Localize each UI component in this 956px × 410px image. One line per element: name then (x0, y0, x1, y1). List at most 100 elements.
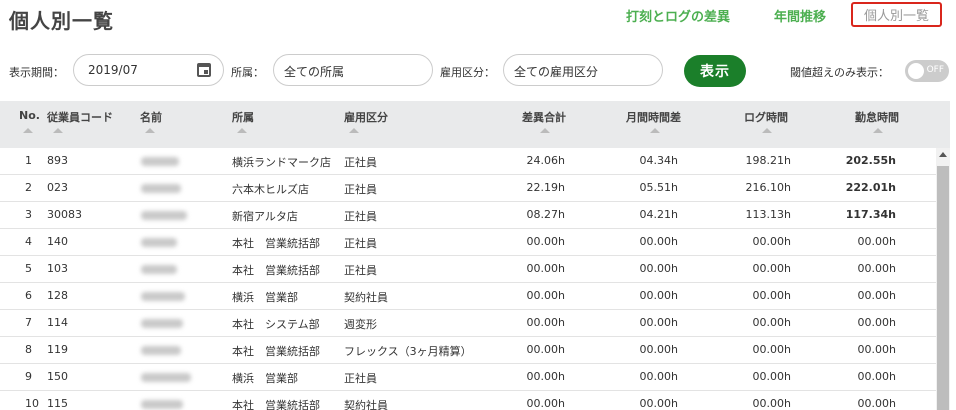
attendance-time: 00.00h (857, 262, 896, 275)
diff-total: 00.00h (526, 289, 565, 302)
col-monthly[interactable]: 月間時間差 (626, 109, 681, 125)
col-name[interactable]: 名前 (140, 109, 162, 125)
department: 新宿アルタ店 (232, 210, 298, 223)
employment-type: 正社員 (344, 210, 377, 223)
department: 本社 営業統括部 (232, 237, 320, 250)
monthly-diff: 04.21h (639, 208, 678, 221)
log-time: 00.00h (752, 397, 791, 410)
row-no: 4 (25, 235, 32, 248)
redacted-name (141, 238, 177, 247)
table-row[interactable]: 10 115 本社 営業統括部 契約社員 00.00h 00.00h 00.00h 00.00… (0, 391, 936, 410)
table-row[interactable]: 7 114 本社 システム部 週変形 00.00h 00.00h 00.00h 00.00h (0, 310, 936, 337)
scrollbar[interactable] (936, 148, 950, 410)
employee-code: 115 (47, 397, 68, 410)
col-diff[interactable]: 差異合計 (522, 109, 566, 125)
log-time: 198.21h (745, 154, 791, 167)
page-title: 個人別一覧 (9, 9, 114, 33)
sort-icon[interactable] (349, 128, 359, 133)
sort-icon[interactable] (237, 128, 247, 133)
sort-icon[interactable] (23, 128, 33, 133)
nav-individual-link[interactable]: 個人別一覧 (851, 2, 943, 27)
redacted-name (141, 373, 191, 382)
redacted-name (141, 265, 177, 274)
emp-type-label: 雇用区分： (440, 66, 495, 79)
department: 本社 営業統括部 (232, 399, 320, 410)
table-row[interactable]: 9 150 横浜 営業部 正社員 00.00h 00.00h 00.00h 00.00h (0, 364, 936, 391)
redacted-name (141, 346, 181, 355)
period-label: 表示期間： (9, 66, 64, 79)
row-no: 5 (25, 262, 32, 275)
employee-code: 119 (47, 343, 68, 356)
table-row[interactable]: 5 103 本社 営業統括部 正社員 00.00h 00.00h 00.00h 00.00h (0, 256, 936, 283)
employment-type: 正社員 (344, 183, 377, 196)
log-time: 00.00h (752, 289, 791, 302)
dept-select[interactable]: 全ての所属 (273, 54, 433, 86)
department: 横浜 営業部 (232, 291, 298, 304)
attendance-time: 00.00h (857, 316, 896, 329)
log-time: 00.00h (752, 235, 791, 248)
toggle-knob (908, 63, 924, 79)
threshold-toggle[interactable]: OFF (905, 60, 949, 82)
monthly-diff: 00.00h (639, 262, 678, 275)
attendance-time: 00.00h (857, 397, 896, 410)
period-picker[interactable]: 2019/07 (73, 54, 224, 86)
table-row[interactable]: 4 140 本社 営業統括部 正社員 00.00h 00.00h 00.00h 00.00h (0, 229, 936, 256)
diff-total: 00.00h (526, 316, 565, 329)
col-code[interactable]: 従業員コード (47, 109, 113, 125)
monthly-diff: 00.00h (639, 316, 678, 329)
toggle-state: OFF (926, 65, 944, 75)
row-no: 6 (25, 289, 32, 302)
show-button[interactable]: 表示 (684, 55, 746, 87)
table-row[interactable]: 1 893 横浜ランドマーク店 正社員 24.06h 04.34h 198.21h 202.5… (0, 148, 936, 175)
employee-code: 128 (47, 289, 68, 302)
diff-total: 00.00h (526, 262, 565, 275)
log-time: 216.10h (745, 181, 791, 194)
col-no[interactable]: No. (19, 109, 40, 122)
employment-type: 週変形 (344, 318, 377, 331)
log-time: 00.00h (752, 316, 791, 329)
sort-icon[interactable] (873, 128, 883, 133)
employee-code: 114 (47, 316, 68, 329)
emp-type-value: 全ての雇用区分 (514, 65, 599, 79)
col-att[interactable]: 勤怠時間 (855, 109, 899, 125)
period-value: 2019/07 (88, 63, 138, 77)
table-row[interactable]: 2 023 六本木ヒルズ店 正社員 22.19h 05.51h 216.10h 222.01h (0, 175, 936, 202)
employment-type: 契約社員 (344, 291, 388, 304)
redacted-name (141, 157, 179, 166)
sort-icon[interactable] (540, 128, 550, 133)
employment-type: 正社員 (344, 237, 377, 250)
department: 横浜ランドマーク店 (232, 156, 331, 169)
col-log[interactable]: ログ時間 (744, 109, 788, 125)
sort-icon[interactable] (53, 128, 63, 133)
department: 本社 営業統括部 (232, 345, 320, 358)
col-type[interactable]: 雇用区分 (344, 109, 388, 125)
sort-icon[interactable] (650, 128, 660, 133)
emp-type-select[interactable]: 全ての雇用区分 (503, 54, 663, 86)
diff-total: 24.06h (526, 154, 565, 167)
employment-type: 正社員 (344, 372, 377, 385)
scrollbar-thumb[interactable] (937, 166, 949, 410)
diff-total: 00.00h (526, 235, 565, 248)
calendar-icon[interactable] (197, 63, 211, 77)
employee-code: 140 (47, 235, 68, 248)
nav-diff-link[interactable]: 打刻とログの差異 (626, 6, 730, 25)
col-dept[interactable]: 所属 (232, 109, 254, 125)
diff-total: 08.27h (526, 208, 565, 221)
nav-annual-link[interactable]: 年間推移 (774, 6, 826, 25)
table-row[interactable]: 6 128 横浜 営業部 契約社員 00.00h 00.00h 00.00h 00.00h (0, 283, 936, 310)
department: 本社 営業統括部 (232, 264, 320, 277)
monthly-diff: 05.51h (639, 181, 678, 194)
redacted-name (141, 319, 183, 328)
employee-code: 103 (47, 262, 68, 275)
scroll-up-arrow-icon[interactable] (939, 152, 947, 157)
attendance-time: 00.00h (857, 289, 896, 302)
log-time: 00.00h (752, 262, 791, 275)
sort-icon[interactable] (145, 128, 155, 133)
monthly-diff: 00.00h (639, 397, 678, 410)
sort-icon[interactable] (762, 128, 772, 133)
table-row[interactable]: 8 119 本社 営業統括部 フレックス（3ヶ月精算） 00.00h 00.00h 00.0… (0, 337, 936, 364)
department: 本社 システム部 (232, 318, 320, 331)
diff-total: 00.00h (526, 370, 565, 383)
diff-total: 00.00h (526, 343, 565, 356)
table-row[interactable]: 3 30083 新宿アルタ店 正社員 08.27h 04.21h 113.13h 117.34… (0, 202, 936, 229)
